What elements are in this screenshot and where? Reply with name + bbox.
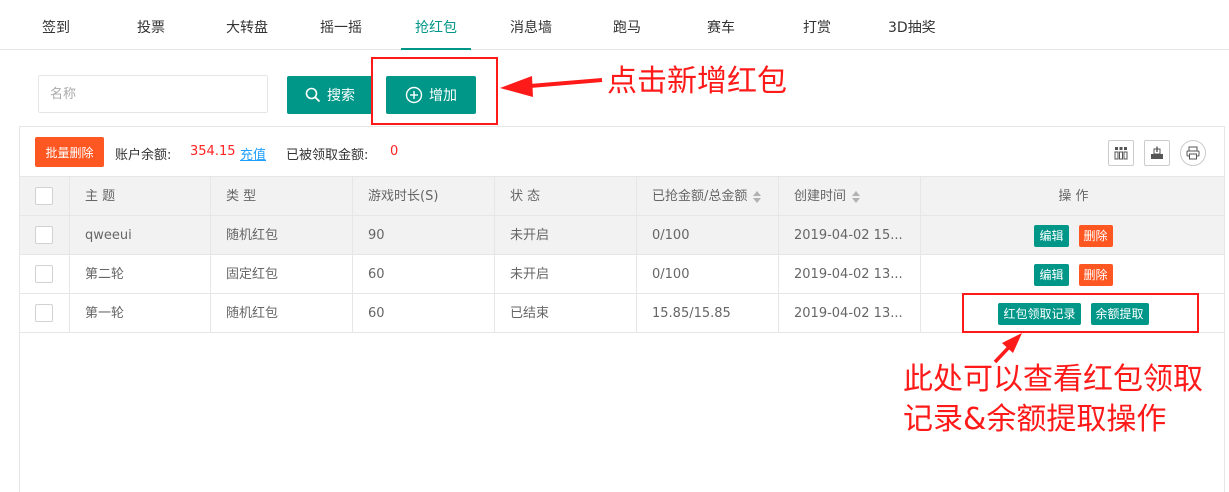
- row-checkbox[interactable]: [35, 265, 53, 283]
- export-icon[interactable]: [1144, 140, 1170, 166]
- edit-button[interactable]: 编辑: [1034, 224, 1069, 247]
- row-operations: 编辑 删除: [921, 216, 1226, 255]
- balance-value: 354.15: [190, 144, 236, 159]
- sort-icon[interactable]: [753, 190, 762, 203]
- add-annotation-text: 点击新增红包: [607, 64, 787, 99]
- row-type: 固定红包: [211, 255, 353, 294]
- balance-label: 账户余额:: [115, 148, 172, 163]
- print-icon[interactable]: [1180, 140, 1206, 166]
- tab-vote[interactable]: 投票: [137, 0, 165, 49]
- tab-lucky-wheel[interactable]: 大转盘: [226, 0, 268, 49]
- delete-button[interactable]: 删除: [1078, 263, 1113, 286]
- row-amount: 0/100: [637, 255, 779, 294]
- row-operations: 编辑 删除: [921, 255, 1226, 294]
- table-row: qweeui 随机红包 90 未开启 0/100 2019-04-02 15..…: [20, 216, 1224, 255]
- header-amount[interactable]: 已抢金额/总金额: [637, 177, 779, 216]
- row-duration: 60: [353, 255, 495, 294]
- arrow-to-add-button: [500, 76, 603, 97]
- row-type: 随机红包: [211, 216, 353, 255]
- header-type: 类 型: [211, 177, 353, 216]
- delete-button[interactable]: 删除: [1078, 224, 1113, 247]
- tab-reward[interactable]: 打赏: [803, 0, 831, 49]
- row-checkbox[interactable]: [35, 304, 53, 322]
- columns-filter-icon[interactable]: [1108, 140, 1134, 166]
- header-amount-label: 已抢金额/总金额: [652, 189, 748, 204]
- row-duration: 90: [353, 216, 495, 255]
- operations-highlight-box: [962, 293, 1199, 333]
- tab-horse-race[interactable]: 跑马: [613, 0, 641, 49]
- batch-delete-button[interactable]: 批量删除: [35, 137, 104, 167]
- header-select-all-cell: [20, 177, 70, 216]
- tab-bar: 签到 投票 大转盘 摇一摇 抢红包 消息墙 跑马 赛车 打赏 3D抽奖: [0, 0, 1229, 50]
- header-operations: 操 作: [1058, 189, 1089, 204]
- header-status: 状 态: [495, 177, 637, 216]
- row-status: 已结束: [495, 294, 637, 333]
- row-status: 未开启: [495, 216, 637, 255]
- row-topic: qweeui: [70, 216, 211, 255]
- search-button-label: 搜索: [327, 88, 355, 104]
- recharge-link[interactable]: 充值: [240, 144, 266, 163]
- row-topic: 第一轮: [70, 294, 211, 333]
- header-topic: 主 题: [70, 177, 211, 216]
- sort-icon[interactable]: [852, 190, 861, 203]
- search-icon: [305, 87, 321, 103]
- row-select-cell: [20, 216, 70, 255]
- tab-sign-in[interactable]: 签到: [42, 0, 70, 49]
- row-checkbox[interactable]: [35, 226, 53, 244]
- row-amount: 15.85/15.85: [637, 294, 779, 333]
- claimed-amount-value: 0: [390, 144, 399, 159]
- select-all-checkbox[interactable]: [35, 187, 53, 205]
- tab-shake[interactable]: 摇一摇: [320, 0, 362, 49]
- row-select-cell: [20, 294, 70, 333]
- tab-red-packet[interactable]: 抢红包: [401, 0, 471, 50]
- row-type: 随机红包: [211, 294, 353, 333]
- header-created-time[interactable]: 创建时间: [779, 177, 921, 216]
- row-created-time: 2019-04-02 15...: [779, 216, 921, 255]
- row-status: 未开启: [495, 255, 637, 294]
- header-created-label: 创建时间: [794, 189, 847, 204]
- table-row: 第二轮 固定红包 60 未开启 0/100 2019-04-02 13... 编…: [20, 255, 1224, 294]
- search-input[interactable]: [38, 75, 268, 113]
- row-topic: 第二轮: [70, 255, 211, 294]
- tab-3d-lottery[interactable]: 3D抽奖: [888, 0, 936, 49]
- search-button[interactable]: 搜索: [287, 76, 373, 114]
- row-select-cell: [20, 255, 70, 294]
- edit-button[interactable]: 编辑: [1034, 263, 1069, 286]
- header-duration: 游戏时长(S): [353, 177, 495, 216]
- operations-annotation-line2: 记录&余额提取操作: [903, 402, 1167, 437]
- table-header: 主 题 类 型 游戏时长(S) 状 态 已抢金额/总金额 创建时间 操 作: [20, 177, 1224, 216]
- row-created-time: 2019-04-02 13...: [779, 255, 921, 294]
- add-button-highlight-box: [371, 57, 498, 125]
- claimed-amount-label: 已被领取金额:: [286, 148, 369, 163]
- row-amount: 0/100: [637, 216, 779, 255]
- row-created-time: 2019-04-02 13...: [779, 294, 921, 333]
- tab-message-wall[interactable]: 消息墙: [510, 0, 552, 49]
- table-toolbar: 批量删除 账户余额: 354.15 充值 已被领取金额: 0: [20, 127, 1224, 177]
- operations-annotation-line1: 此处可以查看红包领取: [903, 362, 1203, 397]
- tab-car-race[interactable]: 赛车: [707, 0, 735, 49]
- row-duration: 60: [353, 294, 495, 333]
